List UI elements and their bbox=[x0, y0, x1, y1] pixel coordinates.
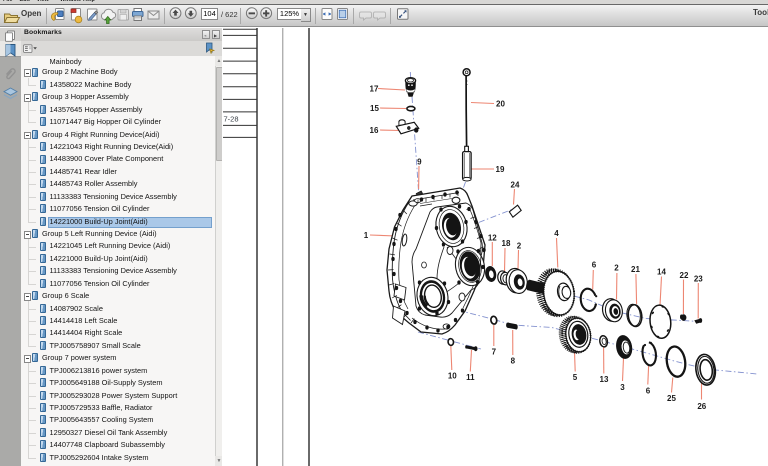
svg-text:1: 1 bbox=[364, 231, 369, 240]
svg-text:12: 12 bbox=[488, 234, 497, 243]
svg-text:23: 23 bbox=[694, 275, 703, 284]
svg-text:2: 2 bbox=[614, 264, 619, 273]
svg-text:21: 21 bbox=[631, 265, 640, 274]
svg-text:20: 20 bbox=[496, 100, 505, 109]
svg-text:10: 10 bbox=[448, 372, 457, 381]
svg-text:17: 17 bbox=[370, 85, 379, 94]
svg-text:24: 24 bbox=[511, 181, 520, 190]
svg-text:13: 13 bbox=[600, 375, 609, 384]
svg-text:14: 14 bbox=[657, 268, 666, 277]
svg-text:16: 16 bbox=[370, 126, 379, 135]
svg-text:18: 18 bbox=[502, 239, 511, 248]
svg-text:19: 19 bbox=[496, 165, 505, 174]
svg-text:5: 5 bbox=[573, 373, 578, 382]
svg-text:6: 6 bbox=[592, 261, 597, 270]
svg-text:4: 4 bbox=[554, 229, 559, 238]
svg-text:15: 15 bbox=[370, 104, 379, 113]
svg-text:6: 6 bbox=[646, 387, 651, 396]
svg-text:7: 7 bbox=[492, 348, 497, 357]
svg-text:9: 9 bbox=[417, 158, 422, 167]
svg-text:22: 22 bbox=[680, 271, 689, 280]
svg-text:3: 3 bbox=[620, 383, 625, 392]
svg-text:2: 2 bbox=[517, 242, 522, 251]
svg-text:11: 11 bbox=[466, 373, 475, 382]
svg-text:7-28: 7-28 bbox=[224, 115, 239, 124]
svg-text:25: 25 bbox=[667, 394, 676, 403]
svg-text:26: 26 bbox=[697, 402, 706, 411]
svg-text:8: 8 bbox=[511, 357, 516, 366]
